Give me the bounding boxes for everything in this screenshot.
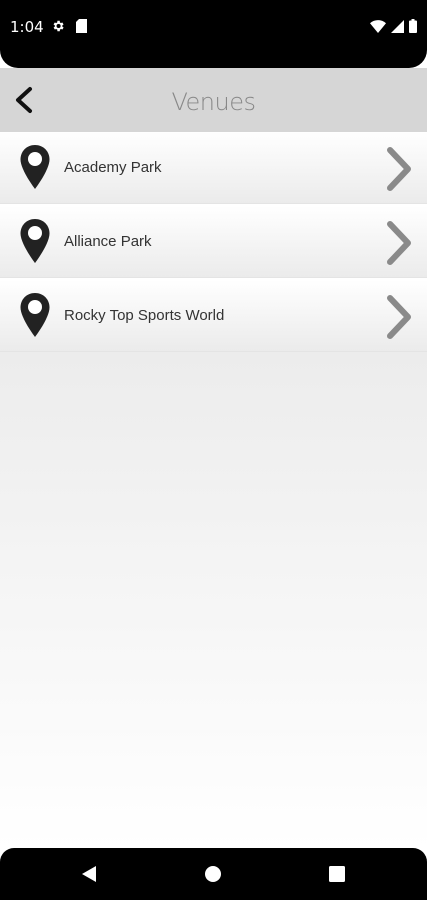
home-circle-icon[interactable]: [204, 865, 222, 888]
venue-item-rocky-top-sports-world[interactable]: Rocky Top Sports World: [0, 280, 427, 352]
venue-list: Academy Park Alliance Park Rocky Top Spo…: [0, 132, 427, 354]
battery-icon: [409, 19, 417, 38]
gear-icon: [51, 19, 65, 38]
signal-icon: [391, 19, 404, 38]
venue-item-academy-park[interactable]: Academy Park: [0, 132, 427, 204]
recents-square-icon[interactable]: [328, 865, 346, 888]
sd-card-icon: [76, 19, 87, 38]
back-triangle-icon[interactable]: [80, 865, 98, 888]
wifi-icon: [370, 19, 386, 38]
status-bar: 1:04: [0, 0, 427, 68]
page-title: Venues: [171, 88, 256, 116]
chevron-right-icon: [387, 147, 411, 191]
content-background: [0, 350, 427, 850]
chevron-right-icon: [387, 221, 411, 265]
map-pin-icon: [20, 219, 50, 263]
venue-item-alliance-park[interactable]: Alliance Park: [0, 206, 427, 278]
map-pin-icon: [20, 145, 50, 189]
status-right-icons: [370, 19, 417, 38]
venue-label: Rocky Top Sports World: [64, 307, 225, 324]
status-time: 1:04: [10, 18, 44, 36]
navigation-bar: [0, 848, 427, 900]
map-pin-icon: [20, 293, 50, 337]
venue-label: Alliance Park: [64, 233, 152, 250]
venue-label: Academy Park: [64, 159, 162, 176]
chevron-right-icon: [387, 295, 411, 339]
